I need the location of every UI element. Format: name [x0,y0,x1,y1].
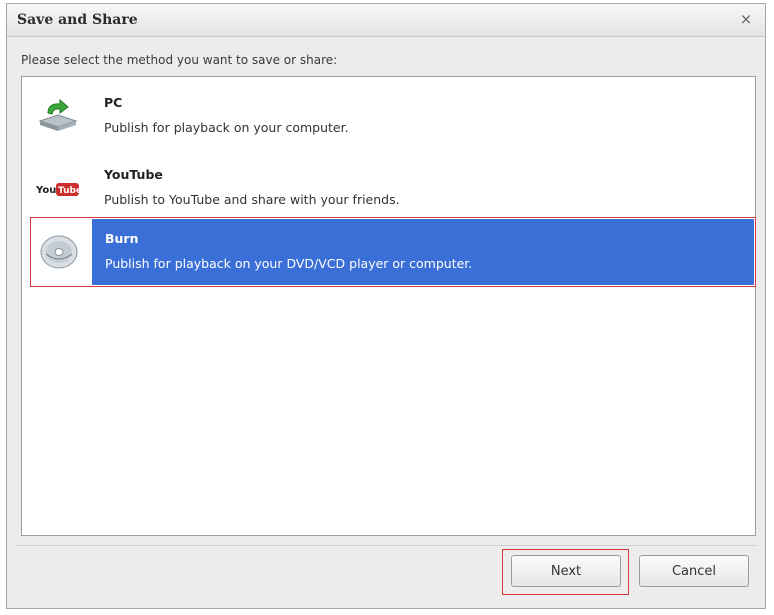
option-pc-description: Publish for playback on your computer. [104,120,349,135]
youtube-logo-icon: You Tube [35,171,82,207]
footer-divider [15,545,757,546]
option-pc-name: PC [104,95,123,110]
svg-text:Tube: Tube [58,186,80,196]
selection-highlight [92,219,754,285]
method-list: PC Publish for playback on your computer… [21,76,756,536]
option-burn[interactable]: Burn Publish for playback on your DVD/VC… [30,217,756,287]
cancel-button[interactable]: Cancel [639,555,749,587]
option-youtube-description: Publish to YouTube and share with your f… [104,192,400,207]
close-icon[interactable]: × [737,10,755,28]
next-button[interactable]: Next [511,555,621,587]
option-burn-description: Publish for playback on your DVD/VCD pla… [105,256,473,271]
option-pc[interactable]: PC Publish for playback on your computer… [22,82,755,152]
computer-upload-icon [36,98,80,135]
option-youtube-name: YouTube [104,167,163,182]
svg-text:You: You [36,185,56,196]
disc-icon [37,234,81,270]
option-burn-name: Burn [105,231,139,246]
instruction-text: Please select the method you want to sav… [21,53,338,67]
option-youtube[interactable]: You Tube YouTube Publish to YouTube and … [22,154,755,224]
dialog-title: Save and Share [17,12,138,28]
save-and-share-dialog: Save and Share × Please select the metho… [6,3,766,609]
title-bar: Save and Share × [7,4,765,37]
